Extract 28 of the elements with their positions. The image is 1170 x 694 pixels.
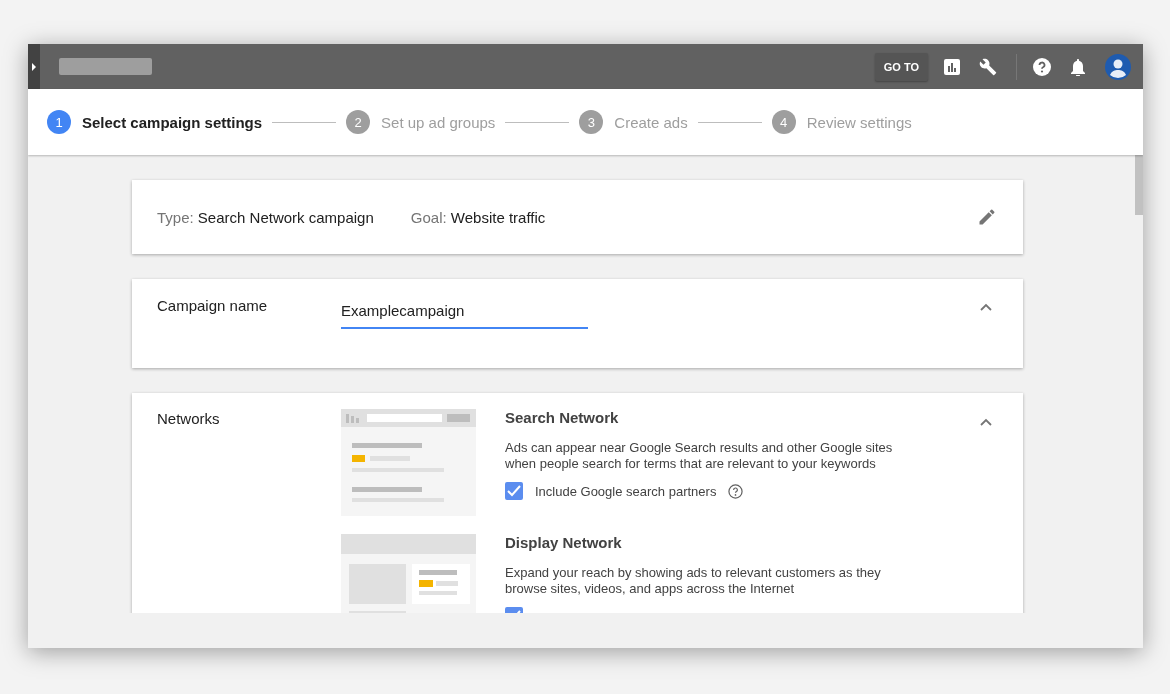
go-to-button[interactable]: GO TO <box>874 52 928 81</box>
wrench-icon[interactable] <box>979 57 997 76</box>
checkbox[interactable] <box>505 482 523 500</box>
step-number: 4 <box>771 110 796 134</box>
help-icon[interactable] <box>728 483 744 499</box>
collapse-chevron-icon[interactable] <box>980 418 992 426</box>
notification-bell-icon[interactable] <box>1070 57 1086 76</box>
check-icon <box>507 485 521 497</box>
step-tab[interactable]: 1 Select campaign settings <box>47 110 263 134</box>
collapse-chevron-icon[interactable] <box>980 303 992 311</box>
step-number: 3 <box>579 110 604 134</box>
network-title: Display Network <box>505 534 623 551</box>
caret-icon <box>31 62 37 71</box>
summary-field: Type: Search Network campaign <box>157 208 374 226</box>
summary-field: Goal: Website traffic <box>410 208 546 226</box>
avatar-icon[interactable] <box>1105 53 1131 80</box>
network-description: Ads can appear near Google Search results and other Google sites when people search for terms that are relevant to your keywords <box>505 440 894 472</box>
help-icon[interactable] <box>1033 57 1051 76</box>
step-number: 1 <box>47 110 71 134</box>
network-description: Expand your reach by showing ads to relevant customers as they browse sites, videos, and apps across the Internet <box>505 565 882 597</box>
step-number: 2 <box>346 110 371 134</box>
checkbox-label: Include Google search partners <box>535 483 717 499</box>
bar-chart-icon[interactable] <box>944 58 960 75</box>
section-label: Networks <box>157 410 221 427</box>
expand-handle[interactable] <box>28 44 40 89</box>
edit-pencil-icon[interactable] <box>977 207 997 227</box>
field-label: Campaign name <box>157 297 269 314</box>
network-title: Search Network <box>505 409 620 426</box>
